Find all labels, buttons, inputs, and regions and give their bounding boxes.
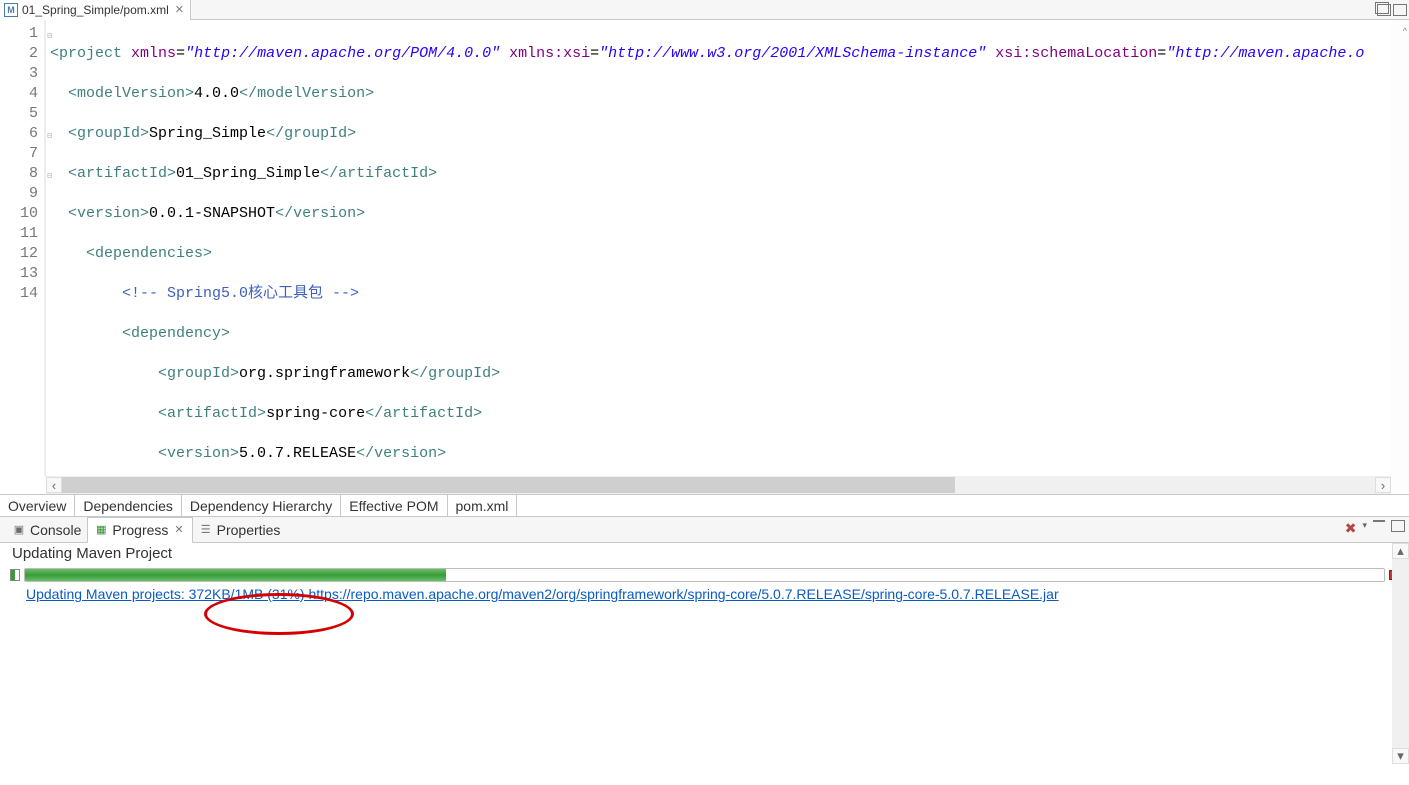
overview-ruler[interactable]: ^	[1391, 20, 1409, 477]
scroll-up-icon[interactable]: ▴	[1392, 543, 1409, 559]
tab-pom-xml[interactable]: pom.xml	[448, 495, 518, 516]
maximize-icon[interactable]	[1393, 4, 1407, 16]
properties-icon: ☰	[199, 523, 213, 537]
close-icon[interactable]: ✕	[173, 3, 186, 16]
restore-icon[interactable]	[1377, 4, 1391, 16]
progress-task-title: Updating Maven Project	[0, 543, 1409, 564]
editor-tab-pom[interactable]: M 01_Spring_Simple/pom.xml ✕	[0, 0, 191, 20]
progress-bar	[24, 568, 1385, 582]
scroll-left-icon[interactable]: ‹	[46, 477, 62, 493]
progress-view: Updating Maven Project Updating Maven pr…	[0, 543, 1409, 764]
progress-bar-fill	[25, 569, 446, 581]
close-icon[interactable]: ✕	[172, 523, 185, 536]
minimize-icon[interactable]	[1373, 520, 1385, 522]
scroll-right-icon[interactable]: ›	[1375, 477, 1391, 493]
line-gutter: 1⊟ 2 3 4 5 6⊟ 7 8⊟ 9 10 11 12 13 14	[0, 20, 46, 477]
editor-tab-title: 01_Spring_Simple/pom.xml	[22, 3, 169, 17]
vertical-scrollbar[interactable]: ▴ ▾	[1392, 543, 1409, 764]
editor-tab-bar: M 01_Spring_Simple/pom.xml ✕	[0, 0, 1409, 20]
console-icon: ▣	[12, 523, 26, 537]
maven-file-icon: M	[4, 3, 18, 17]
editor-toolbar-right	[1377, 0, 1407, 20]
progress-view-tab[interactable]: ▦ Progress ✕	[87, 517, 192, 543]
horizontal-scrollbar[interactable]: ‹ ›	[46, 476, 1391, 494]
remove-all-icon[interactable]: ✖	[1345, 520, 1357, 537]
caret-up-icon: ^	[1403, 26, 1407, 36]
code-editor[interactable]: <project xmlns="http://maven.apache.org/…	[46, 20, 1409, 477]
maximize-icon[interactable]	[1391, 520, 1405, 532]
task-icon	[10, 569, 20, 581]
bottom-panel-tabs: ▣ Console ▦ Progress ✕ ☰ Properties ✖ ▾	[0, 517, 1409, 543]
progress-icon: ▦	[94, 523, 108, 537]
scrollbar-thumb[interactable]	[62, 477, 955, 493]
progress-bar-row	[10, 568, 1399, 582]
properties-view-tab[interactable]: ☰ Properties	[193, 517, 287, 543]
tab-effective-pom[interactable]: Effective POM	[341, 495, 447, 516]
tab-dependencies[interactable]: Dependencies	[75, 495, 182, 516]
scroll-down-icon[interactable]: ▾	[1392, 748, 1409, 764]
console-view-tab[interactable]: ▣ Console	[6, 517, 87, 543]
progress-detail-link[interactable]: Updating Maven projects: 372KB/1MB (31%)…	[26, 586, 1399, 602]
pom-editor-pages: Overview Dependencies Dependency Hierarc…	[0, 495, 1409, 517]
editor-pane: 1⊟ 2 3 4 5 6⊟ 7 8⊟ 9 10 11 12 13 14 <pro…	[0, 20, 1409, 495]
tab-overview[interactable]: Overview	[0, 495, 75, 516]
view-menu-icon[interactable]: ▾	[1362, 520, 1367, 537]
tab-dependency-hierarchy[interactable]: Dependency Hierarchy	[182, 495, 341, 516]
